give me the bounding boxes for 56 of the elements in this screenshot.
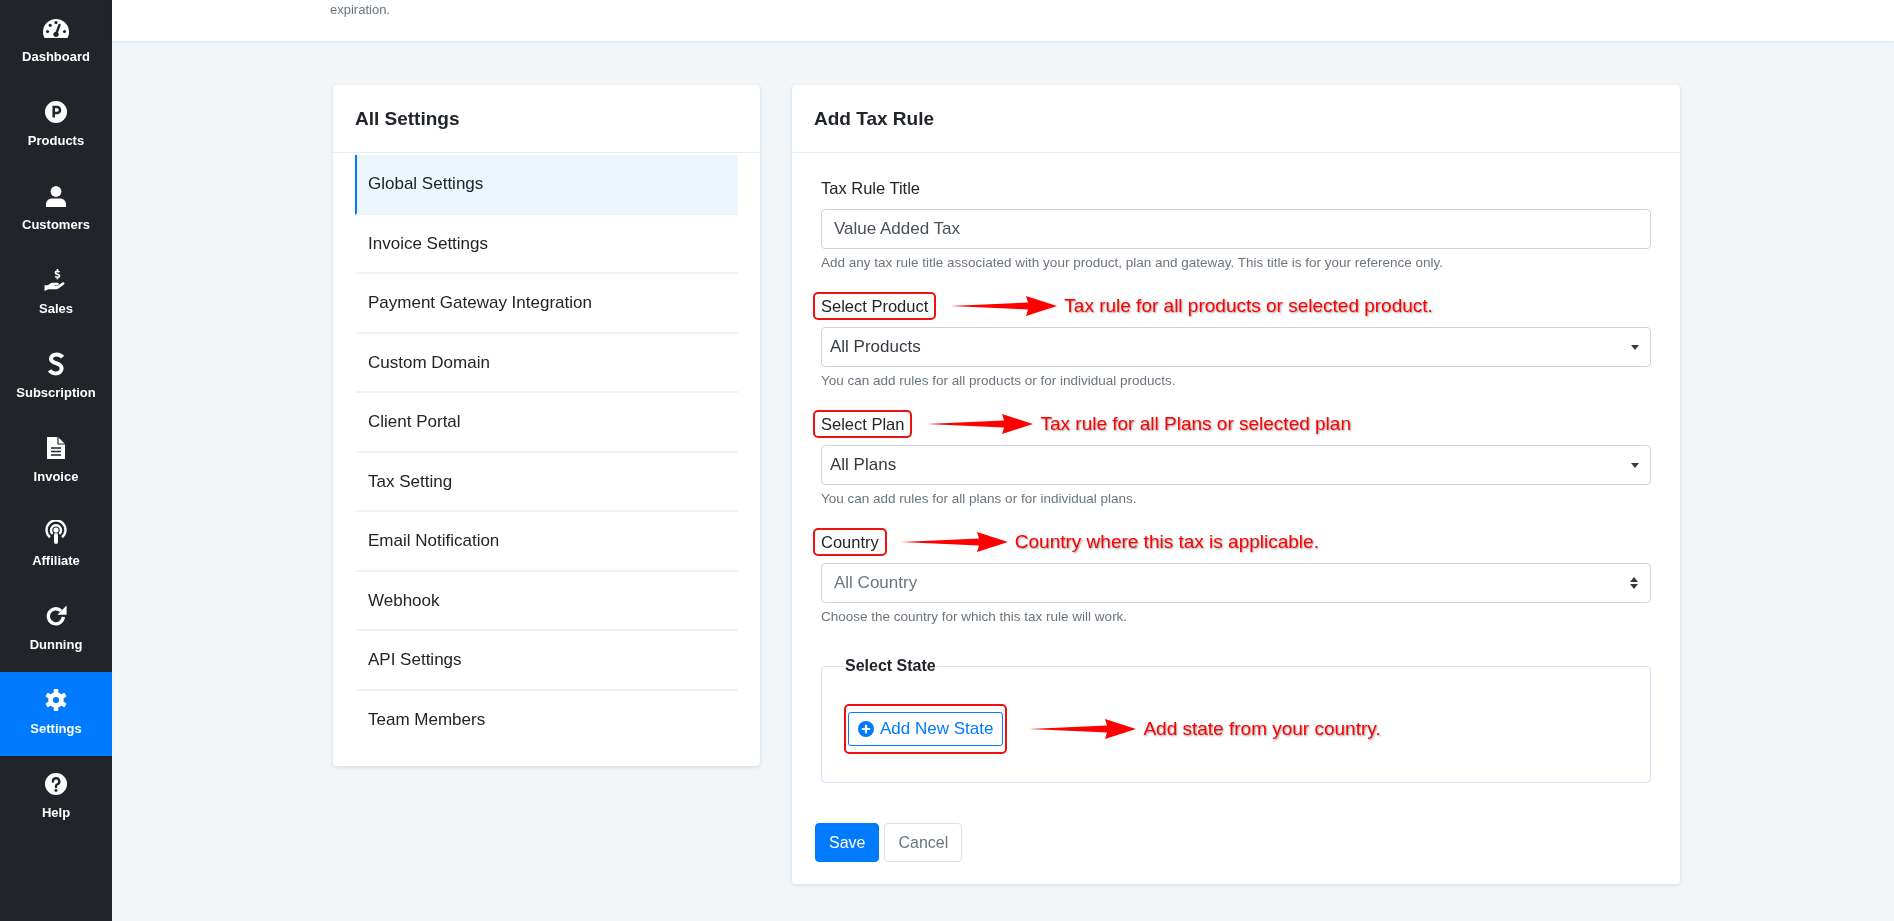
field-label: Select Product	[813, 292, 937, 320]
up-down-caret-icon	[1630, 577, 1638, 589]
p-circle-icon	[45, 101, 67, 123]
user-icon	[46, 185, 66, 207]
nav-item[interactable]: Products	[0, 84, 112, 168]
card-title: Add Tax Rule	[814, 107, 934, 130]
callout-text: Add state from your country.	[1143, 718, 1381, 740]
dropdown-select[interactable]: All Country	[821, 563, 1651, 603]
settings-menu-item[interactable]: Client Portal	[355, 393, 738, 453]
text-input[interactable]: Value Added Tax	[821, 209, 1651, 249]
plus-circle-icon	[858, 721, 874, 737]
nav-item[interactable]: Customers	[0, 168, 112, 252]
settings-icon	[45, 689, 67, 711]
nav-item[interactable]: Subscription	[0, 336, 112, 420]
help-icon	[45, 773, 67, 795]
nav-item[interactable]: Invoice	[0, 420, 112, 504]
field-label: Country	[813, 528, 887, 556]
caret-icon	[1631, 344, 1639, 350]
document-icon	[47, 437, 65, 459]
settings-menu-item[interactable]: Invoice Settings	[355, 214, 738, 274]
settings-menu-item[interactable]: Webhook	[355, 571, 738, 631]
header-text: expiration.	[330, 3, 390, 17]
settings-menu-item[interactable]: Custom Domain	[355, 333, 738, 393]
nav-item[interactable]: Help	[0, 756, 112, 840]
card-title: All Settings	[355, 107, 460, 130]
callout-text: Tax rule for all products or selected product.	[1064, 295, 1433, 317]
settings-menu-item[interactable]: Email Notification	[355, 512, 738, 572]
save-button[interactable]: Save	[815, 823, 880, 862]
add-state-button[interactable]: Add New State	[848, 712, 1004, 746]
caret-icon	[1631, 462, 1639, 468]
dropdown-select[interactable]: All Plans	[821, 445, 1651, 485]
nav-item[interactable]: Affiliate	[0, 504, 112, 588]
refresh-icon	[45, 605, 67, 627]
settings-menu-item[interactable]: Global Settings	[355, 155, 738, 215]
nav-item[interactable]: Sales	[0, 252, 112, 336]
nav-item[interactable]: Dunning	[0, 588, 112, 672]
nav-item[interactable]: Settings	[0, 672, 112, 756]
callout-text: Country where this tax is applicable.	[1014, 531, 1319, 553]
help-text: Add any tax rule title associated with your product, plan and gateway. This title is for your reference only.	[821, 255, 1445, 271]
nav-item[interactable]: Dashboard	[0, 0, 112, 84]
field-label: Select Plan	[813, 410, 913, 438]
broadcast-icon	[45, 520, 67, 544]
callout-text: Tax rule for all Plans or selected plan	[1040, 413, 1351, 435]
field-label: Tax Rule Title	[820, 178, 922, 199]
help-text: Choose the country for which this tax rule will work.	[821, 609, 1129, 625]
s-letter-icon	[47, 352, 65, 376]
cancel-button[interactable]: Cancel	[884, 823, 963, 862]
help-text: You can add rules for all plans or for individual plans.	[821, 491, 1138, 507]
settings-menu-item[interactable]: Team Members	[355, 690, 738, 750]
settings-menu-item[interactable]: Payment Gateway Integration	[355, 274, 738, 334]
help-text: You can add rules for all products or for individual products.	[821, 373, 1177, 389]
speedometer-icon	[43, 18, 69, 38]
settings-menu-item[interactable]: Tax Setting	[355, 452, 738, 512]
dropdown-select[interactable]: All Products	[821, 327, 1651, 367]
settings-menu-item[interactable]: API Settings	[355, 631, 738, 691]
fieldset-legend: Select State	[844, 657, 937, 675]
